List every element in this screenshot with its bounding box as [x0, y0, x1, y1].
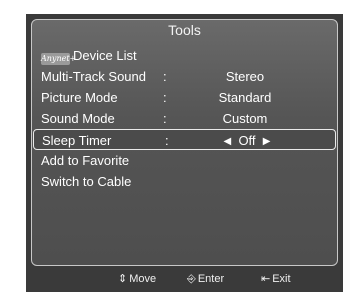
menu-item-value: Custom	[222, 111, 268, 126]
menu-item-separator: :	[163, 90, 167, 105]
menu-item-switch-to-cable[interactable]: Switch to Cable	[32, 171, 337, 192]
menu-item-label: Sleep Timer	[42, 133, 112, 148]
menu-item-label: Multi-Track Sound	[41, 69, 146, 84]
menu-item-sleep-timer[interactable]: Sleep Timer : ◀ Off ▶	[33, 129, 336, 150]
menu-item-separator: :	[163, 69, 167, 84]
menu-item-separator: :	[163, 111, 167, 126]
footer-enter-label: Enter	[197, 273, 225, 285]
menu-item-sound-mode[interactable]: Sound Mode : Custom	[32, 108, 337, 129]
left-triangle-icon[interactable]: ◀	[224, 131, 232, 152]
menu-item-picture-mode[interactable]: Picture Mode : Standard	[32, 87, 337, 108]
menu-item-label: Device List	[73, 48, 137, 63]
footer-help-bar: ⇕ Move ⎆ Enter ⇤ Exit	[26, 271, 343, 287]
footer-move: ⇕ Move	[118, 271, 156, 287]
tools-osd: Tools Anynet+Device List Multi-Track Sou…	[26, 14, 343, 292]
menu-item-label: Switch to Cable	[41, 174, 132, 189]
tools-menu-panel: Tools Anynet+Device List Multi-Track Sou…	[31, 19, 338, 266]
exit-icon: ⇤	[261, 273, 271, 285]
menu-title: Tools	[168, 22, 201, 38]
menu-item-multi-track-sound[interactable]: Multi-Track Sound : Stereo	[32, 66, 337, 87]
menu-item-device-list[interactable]: Anynet+Device List	[32, 45, 337, 66]
right-triangle-icon[interactable]: ▶	[263, 131, 271, 152]
menu-item-label: Sound Mode	[41, 111, 115, 126]
menu-item-add-to-favorite[interactable]: Add to Favorite	[32, 150, 337, 171]
menu-item-value: Off	[238, 133, 256, 148]
footer-exit-label: Exit	[272, 273, 291, 285]
menu-item-value: Standard	[218, 90, 272, 105]
sleep-timer-value: ◀ Off ▶	[182, 130, 312, 152]
menu-item-label: Add to Favorite	[41, 153, 130, 168]
menu-item-label: Picture Mode	[41, 90, 118, 105]
anynet-logo: Anynet+	[41, 53, 77, 65]
menu-item-value: Stereo	[225, 69, 265, 84]
up-down-icon: ⇕	[118, 273, 128, 285]
footer-exit: ⇤ Exit	[261, 271, 291, 287]
menu-list: Anynet+Device List Multi-Track Sound : S…	[32, 45, 337, 192]
menu-item-separator: :	[165, 133, 169, 148]
footer-enter: ⎆ Enter	[187, 271, 224, 287]
footer-move-label: Move	[129, 273, 157, 285]
enter-icon: ⎆	[187, 273, 196, 285]
